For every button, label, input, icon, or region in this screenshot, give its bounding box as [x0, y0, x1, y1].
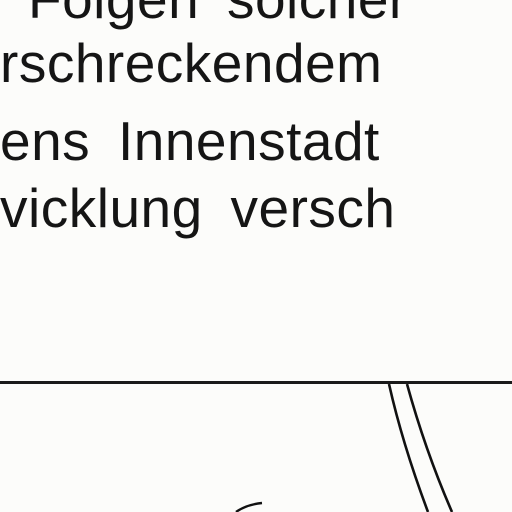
text-line-2: rschreckendem — [0, 32, 383, 94]
drawing-stroke-bottom — [235, 501, 263, 512]
drawing-curve-inner — [405, 384, 454, 512]
text-line-4: vicklung versch — [0, 177, 396, 239]
text-line-1: Folgen solcher — [28, 0, 408, 27]
document-page: Folgen solcher rschreckendem ens Innenst… — [0, 0, 512, 512]
drawing-curve-outer — [387, 384, 430, 512]
text-line-3: ens Innenstadt — [0, 110, 380, 172]
line-drawing-illustration — [235, 384, 454, 512]
